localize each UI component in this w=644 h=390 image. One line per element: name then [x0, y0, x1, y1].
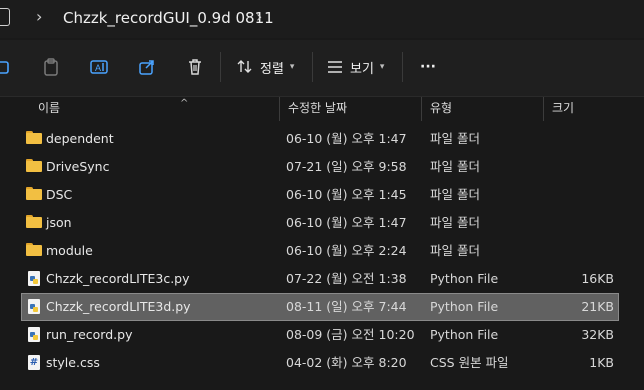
folder-icon [26, 187, 42, 201]
file-name: run_record.py [46, 327, 133, 342]
file-size: 1KB [589, 355, 614, 370]
file-date: 06-10 (월) 오후 2:24 [286, 243, 407, 258]
folder-icon [26, 131, 42, 145]
file-type: 파일 폴더 [430, 159, 480, 174]
file-type: 파일 폴더 [430, 215, 480, 230]
delete-icon[interactable] [184, 56, 206, 78]
list-item[interactable]: # style.css 04-02 (화) 오후 8:20 CSS 원본 파일 … [22, 350, 618, 376]
folder-icon [26, 159, 42, 173]
column-header-name-label: 이름 [38, 101, 61, 115]
python-file-icon [26, 299, 42, 314]
toolbar-divider [220, 52, 221, 82]
chevron-down-icon: ▾ [379, 62, 385, 72]
list-item[interactable]: DriveSync 07-21 (일) 오후 9:58 파일 폴더 [22, 154, 618, 180]
rename-icon[interactable]: A [88, 56, 110, 78]
file-name: Chzzk_recordLITE3d.py [46, 299, 191, 314]
list-item[interactable]: json 06-10 (월) 오후 1:47 파일 폴더 [22, 210, 618, 236]
sort-button[interactable]: 정렬 ▾ [236, 57, 294, 77]
copy-icon[interactable] [0, 56, 16, 78]
sort-icon [237, 60, 252, 73]
sort-label: 정렬 [260, 61, 284, 77]
file-name: DriveSync [46, 159, 110, 174]
file-name: dependent [46, 131, 114, 146]
file-size: 16KB [581, 271, 614, 286]
folder-icon [26, 215, 42, 229]
toolbar-divider [312, 52, 313, 82]
file-size: 21KB [581, 299, 614, 314]
file-name: style.css [46, 355, 100, 370]
command-bar: A 정렬 ▾ 보기 ▾ ··· [0, 40, 644, 97]
css-file-icon: # [28, 355, 40, 370]
column-header-type[interactable]: 유형 [421, 97, 543, 121]
python-file-icon [26, 327, 42, 342]
file-date: 04-02 (화) 오후 8:20 [286, 355, 407, 370]
list-item[interactable]: DSC 06-10 (월) 오후 1:45 파일 폴더 [22, 182, 618, 208]
file-date: 08-11 (일) 오후 7:44 [286, 299, 407, 314]
file-name: json [46, 215, 72, 230]
column-header-type-label: 유형 [430, 101, 453, 115]
file-date: 07-21 (일) 오후 9:58 [286, 159, 407, 174]
list-item-selected[interactable]: Chzzk_recordLITE3d.py 08-11 (일) 오후 7:44 … [21, 293, 619, 321]
svg-text:A: A [95, 63, 101, 73]
file-date: 06-10 (월) 오후 1:47 [286, 131, 407, 146]
view-label: 보기 [350, 61, 374, 77]
column-header-size[interactable]: 크기 [543, 97, 644, 121]
file-type: 파일 폴더 [430, 243, 480, 258]
share-icon[interactable] [136, 56, 158, 78]
column-header-row: 이름 ^ 수정한 날짜 유형 크기 [0, 97, 644, 121]
address-bar: › Chzzk_recordGUI_0.9d 0811 › [0, 0, 644, 38]
file-name: Chzzk_recordLITE3c.py [46, 271, 190, 286]
view-button[interactable]: 보기 ▾ [326, 57, 384, 77]
file-type: 파일 폴더 [430, 131, 480, 146]
file-type: Python File [430, 271, 499, 286]
chevron-right-icon[interactable]: › [36, 8, 42, 26]
column-header-name[interactable]: 이름 ^ [30, 97, 279, 121]
folder-icon [26, 243, 42, 257]
file-date: 07-22 (월) 오전 1:38 [286, 271, 407, 286]
chevron-down-icon: ▾ [289, 62, 295, 72]
file-size: 32KB [581, 327, 614, 342]
list-item[interactable]: run_record.py 08-09 (금) 오전 10:20 Python … [22, 322, 618, 348]
file-name: module [46, 243, 93, 258]
paste-icon[interactable] [40, 56, 62, 78]
column-header-date[interactable]: 수정한 날짜 [279, 97, 421, 121]
monitor-icon[interactable] [0, 8, 10, 26]
more-options-button[interactable]: ··· [420, 57, 436, 77]
file-type: 파일 폴더 [430, 187, 480, 202]
list-item[interactable]: module 06-10 (월) 오후 2:24 파일 폴더 [22, 238, 618, 264]
file-type: Python File [430, 299, 499, 314]
file-type: CSS 원본 파일 [430, 355, 509, 370]
sort-ascending-icon: ^ [180, 98, 189, 109]
file-type: Python File [430, 327, 499, 342]
column-header-size-label: 크기 [552, 101, 575, 115]
list-item[interactable]: Chzzk_recordLITE3c.py 07-22 (월) 오전 1:38 … [22, 266, 618, 292]
chevron-right-icon[interactable]: › [256, 8, 262, 26]
file-date: 06-10 (월) 오후 1:45 [286, 187, 407, 202]
python-file-icon [26, 271, 42, 286]
column-header-date-label: 수정한 날짜 [288, 101, 348, 115]
list-item[interactable]: dependent 06-10 (월) 오후 1:47 파일 폴더 [22, 126, 618, 152]
file-date: 06-10 (월) 오후 1:47 [286, 215, 407, 230]
breadcrumb[interactable]: Chzzk_recordGUI_0.9d 0811 [63, 8, 274, 28]
view-icon [328, 61, 342, 73]
file-name: DSC [46, 187, 73, 202]
file-date: 08-09 (금) 오전 10:20 [286, 327, 415, 342]
toolbar-divider [402, 52, 403, 82]
